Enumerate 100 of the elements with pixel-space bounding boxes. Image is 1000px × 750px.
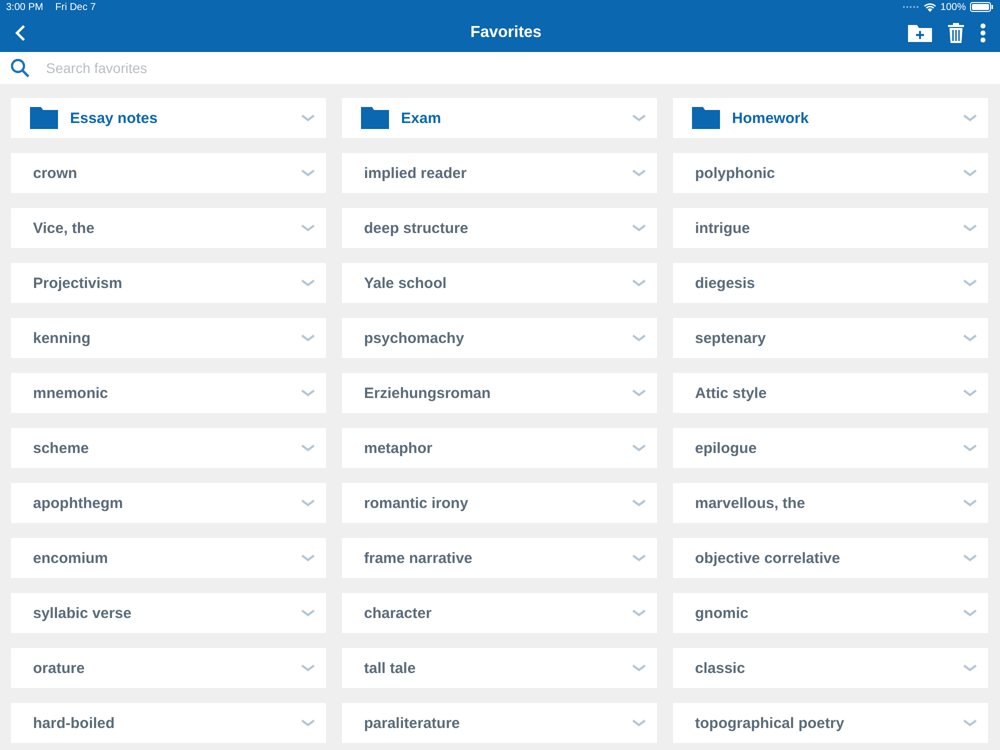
term-label: orature — [33, 660, 86, 676]
term-row[interactable]: marvellous, the — [673, 483, 988, 523]
chevron-down-icon — [963, 719, 977, 727]
chevron-down-icon — [963, 334, 977, 342]
term-row[interactable]: metaphor — [342, 428, 657, 468]
term-label: metaphor — [364, 440, 434, 456]
folder-plus-icon — [908, 24, 932, 42]
term-label: hard-boiled — [33, 714, 116, 732]
chevron-down-icon — [301, 609, 315, 617]
term-row[interactable]: tall tale — [342, 648, 657, 688]
term-label: kenning — [33, 330, 92, 346]
chevron-down-icon — [632, 169, 646, 177]
term-label: tall tale — [364, 660, 417, 676]
term-row[interactable]: crown — [11, 153, 326, 193]
folder-name: Exam — [401, 110, 442, 126]
term-row[interactable]: topographical poetry — [673, 703, 988, 743]
term-label: Yale school — [364, 274, 448, 292]
chevron-down-icon — [963, 389, 977, 397]
term-label: frame narrative — [364, 550, 474, 566]
term-row[interactable]: Projectivism — [11, 263, 326, 303]
term-label: mnemonic — [33, 384, 110, 402]
chevron-down-icon — [963, 279, 977, 287]
term-label: septenary — [695, 330, 767, 346]
term-label: syllabic verse — [33, 604, 132, 622]
term-row[interactable]: septenary — [673, 318, 988, 358]
term-label: scheme — [33, 440, 90, 456]
term-row[interactable]: polyphonic — [673, 153, 988, 193]
term-row[interactable]: intrigue — [673, 208, 988, 248]
term-label: polyphonic — [695, 164, 776, 182]
chevron-down-icon — [301, 114, 315, 122]
term-row[interactable]: kenning — [11, 318, 326, 358]
chevron-down-icon — [301, 224, 315, 232]
battery-percent: 100% — [940, 2, 966, 12]
search-icon — [10, 58, 30, 78]
term-label: epilogue — [695, 440, 758, 456]
search-input[interactable]: Search favorites — [44, 59, 990, 77]
term-row[interactable]: diegesis — [673, 263, 988, 303]
chevron-down-icon — [632, 554, 646, 562]
term-row[interactable]: gnomic — [673, 593, 988, 633]
term-label: character — [364, 604, 433, 622]
folder-icon — [30, 107, 58, 129]
chevron-down-icon — [301, 554, 315, 562]
term-label: psychomachy — [364, 330, 466, 346]
term-row[interactable]: paraliterature — [342, 703, 657, 743]
chevron-down-icon — [301, 334, 315, 342]
term-row[interactable]: Vice, the — [11, 208, 326, 248]
search-field[interactable]: Search favorites — [0, 52, 1000, 84]
term-row[interactable]: Erziehungsroman — [342, 373, 657, 413]
term-row[interactable]: objective correlative — [673, 538, 988, 578]
chevron-down-icon — [632, 114, 646, 122]
term-row[interactable]: frame narrative — [342, 538, 657, 578]
chevron-down-icon — [963, 609, 977, 617]
term-label: gnomic — [695, 604, 750, 622]
folder-row[interactable]: Homework — [673, 98, 988, 138]
chevron-down-icon — [301, 389, 315, 397]
chevron-down-icon — [301, 169, 315, 177]
term-row[interactable]: encomium — [11, 538, 326, 578]
term-label: Projectivism — [33, 274, 124, 292]
term-label: objective correlative — [695, 550, 842, 566]
status-time: 3:00 PM — [6, 2, 44, 12]
term-label: Attic style — [695, 384, 768, 402]
term-row[interactable]: implied reader — [342, 153, 657, 193]
chevron-down-icon — [963, 114, 977, 122]
term-label: topographical poetry — [695, 714, 846, 732]
chevron-down-icon — [301, 499, 315, 507]
folder-name: Homework — [732, 110, 810, 126]
term-label: intrigue — [695, 220, 751, 236]
term-label: crown — [33, 164, 78, 182]
term-row[interactable]: classic — [673, 648, 988, 688]
chevron-down-icon — [632, 279, 646, 287]
term-row[interactable]: Attic style — [673, 373, 988, 413]
folder-row[interactable]: Essay notes — [11, 98, 326, 138]
term-row[interactable]: epilogue — [673, 428, 988, 468]
term-row[interactable]: mnemonic — [11, 373, 326, 413]
chevron-down-icon — [963, 224, 977, 232]
chevron-down-icon — [632, 334, 646, 342]
battery-icon — [970, 2, 994, 12]
folder-name: Essay notes — [70, 110, 159, 126]
term-label: diegesis — [695, 274, 756, 292]
term-row[interactable]: syllabic verse — [11, 593, 326, 633]
term-row[interactable]: orature — [11, 648, 326, 688]
term-row[interactable]: apophthegm — [11, 483, 326, 523]
trash-icon — [948, 23, 964, 43]
wifi-icon — [924, 2, 936, 12]
chevron-down-icon — [963, 444, 977, 452]
term-row[interactable]: Yale school — [342, 263, 657, 303]
term-row[interactable]: romantic irony — [342, 483, 657, 523]
chevron-down-icon — [632, 224, 646, 232]
term-label: deep structure — [364, 220, 470, 236]
folder-row[interactable]: Exam — [342, 98, 657, 138]
status-date: Fri Dec 7 — [55, 2, 96, 12]
term-row[interactable]: scheme — [11, 428, 326, 468]
term-row[interactable]: character — [342, 593, 657, 633]
term-label: apophthegm — [33, 494, 124, 512]
term-row[interactable]: psychomachy — [342, 318, 657, 358]
term-label: marvellous, the — [695, 494, 806, 512]
chevron-down-icon — [963, 499, 977, 507]
term-row[interactable]: deep structure — [342, 208, 657, 248]
back-chevron-icon — [14, 24, 26, 42]
term-row[interactable]: hard-boiled — [11, 703, 326, 743]
